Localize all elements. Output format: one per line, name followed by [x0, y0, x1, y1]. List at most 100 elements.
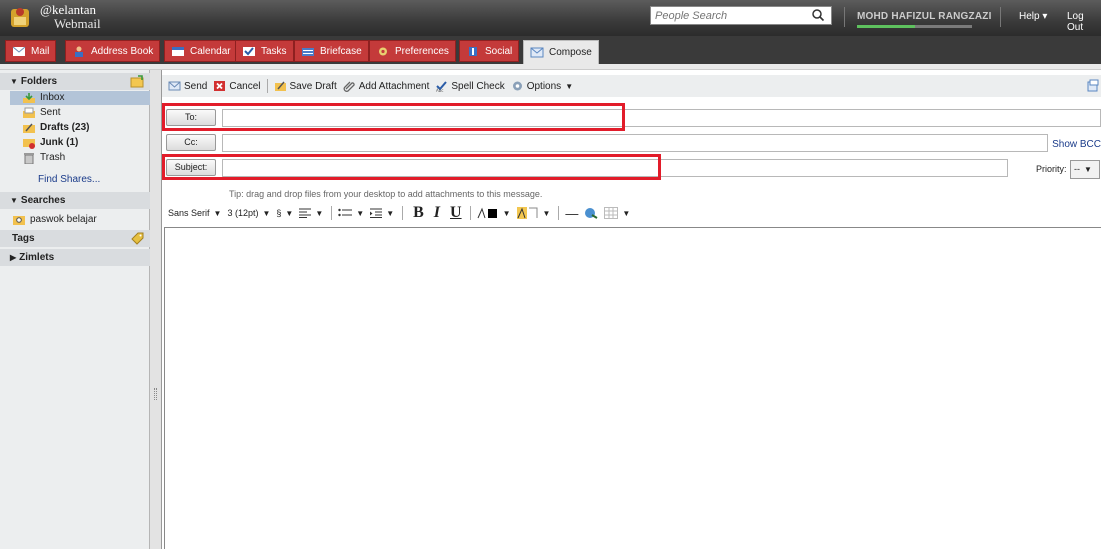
- indent-menu[interactable]: ▼: [370, 208, 394, 218]
- font-family-select[interactable]: Sans Serif ▼: [168, 208, 221, 218]
- folder-label: Sent: [40, 107, 61, 118]
- underline-button[interactable]: U: [450, 204, 462, 222]
- priority-label: Priority:: [1036, 164, 1067, 174]
- gear-icon: [512, 81, 522, 91]
- send-button[interactable]: Send: [168, 80, 207, 92]
- folders-section-header[interactable]: ▼ Folders: [0, 73, 150, 90]
- spell-check-button[interactable]: Abc Spell Check: [435, 80, 505, 93]
- zimlets-section-header[interactable]: ▶ Zimlets: [0, 249, 150, 266]
- text-color-icon: [477, 207, 497, 219]
- options-label: Options: [526, 80, 562, 92]
- toolbar-separator: [331, 206, 333, 220]
- tags-header-label: Tags: [12, 233, 35, 244]
- tab-compose[interactable]: Compose: [523, 40, 599, 64]
- tab-label: Preferences: [395, 45, 449, 57]
- save-draft-button[interactable]: Save Draft: [274, 80, 337, 92]
- tab-mail[interactable]: Mail: [5, 40, 57, 62]
- panel-splitter[interactable]: [150, 70, 162, 549]
- social-icon: [469, 46, 477, 56]
- add-attachment-button[interactable]: Add Attachment: [343, 80, 429, 92]
- help-menu[interactable]: Help ▾: [1019, 11, 1047, 22]
- saved-search-icon: [13, 216, 25, 225]
- calendar-icon: [172, 46, 184, 56]
- folder-label: Trash: [40, 152, 66, 163]
- cc-field[interactable]: [222, 134, 1048, 152]
- message-body-editor[interactable]: [164, 227, 1101, 549]
- insert-link-button[interactable]: [584, 207, 598, 219]
- options-menu-button[interactable]: Options ▼: [511, 80, 573, 92]
- cancel-icon: [214, 81, 226, 91]
- username-link[interactable]: MOHD HAFIZUL RANGZAZI: [857, 11, 992, 22]
- paragraph-style-select[interactable]: § ▼: [276, 208, 293, 218]
- list-menu[interactable]: ▼: [338, 208, 364, 218]
- toolbar-separator: [266, 79, 268, 93]
- folder-sent[interactable]: Sent: [22, 106, 61, 120]
- tag-icon[interactable]: [130, 232, 144, 245]
- searches-section-header[interactable]: ▼ Searches: [0, 192, 150, 209]
- save-draft-label: Save Draft: [289, 80, 337, 92]
- insert-table-menu[interactable]: ▼: [604, 207, 630, 219]
- to-button[interactable]: To:: [166, 109, 216, 126]
- chevron-down-icon: ▼: [262, 208, 271, 218]
- splitter-grip[interactable]: [154, 388, 157, 400]
- detach-window-icon[interactable]: [1087, 79, 1099, 92]
- cancel-button[interactable]: Cancel: [213, 80, 261, 92]
- tab-address-book[interactable]: Address Book: [65, 40, 161, 62]
- tab-social[interactable]: Social: [459, 40, 520, 62]
- collapse-triangle-icon[interactable]: ▼: [10, 77, 18, 86]
- show-bcc-link[interactable]: Show BCC: [1052, 139, 1101, 150]
- drafts-icon: [23, 123, 35, 133]
- folder-junk[interactable]: Junk (1): [22, 136, 78, 150]
- to-row: To:: [162, 106, 1101, 129]
- tab-label: Compose: [549, 47, 592, 58]
- bold-button[interactable]: B: [413, 204, 424, 222]
- tab-briefcase[interactable]: Briefcase: [294, 40, 369, 62]
- people-search-box[interactable]: [650, 6, 832, 25]
- highlight-color-icon: [516, 207, 537, 219]
- chevron-down-icon: ▼: [213, 208, 222, 218]
- tab-label: Tasks: [261, 45, 287, 57]
- folders-header-label: Folders: [20, 76, 58, 87]
- tags-section-header[interactable]: Tags: [0, 230, 150, 247]
- italic-button[interactable]: I: [434, 204, 440, 222]
- folder-trash[interactable]: Trash: [22, 151, 65, 165]
- folder-drafts[interactable]: Drafts (23): [22, 121, 89, 135]
- text-color-menu[interactable]: ▼: [477, 207, 511, 219]
- tab-calendar[interactable]: Calendar: [164, 40, 238, 62]
- align-menu[interactable]: ▼: [299, 208, 323, 218]
- subject-field[interactable]: [222, 159, 1008, 177]
- compose-icon: [530, 47, 544, 58]
- font-size-select[interactable]: 3 (12pt) ▼: [227, 208, 270, 218]
- spell-check-icon: Abc: [436, 81, 448, 92]
- compose-pane: Send Cancel Save Draft Add Attachment Ab…: [162, 70, 1101, 549]
- collapse-triangle-icon[interactable]: ▼: [10, 196, 18, 205]
- tab-tasks[interactable]: Tasks: [235, 40, 294, 62]
- trash-icon: [24, 153, 34, 164]
- toolbar-separator: [469, 206, 471, 220]
- logout-link[interactable]: Log Out: [1067, 11, 1101, 33]
- priority-select[interactable]: -- ▼: [1070, 160, 1100, 179]
- new-folder-icon[interactable]: [130, 75, 144, 88]
- people-search-input[interactable]: [651, 7, 801, 24]
- search-icon[interactable]: [811, 8, 825, 22]
- cc-button[interactable]: Cc:: [166, 134, 216, 151]
- find-shares-link[interactable]: Find Shares...: [38, 174, 100, 185]
- cancel-label: Cancel: [229, 80, 261, 92]
- tab-label: Calendar: [190, 45, 231, 57]
- spell-check-label: Spell Check: [451, 80, 505, 92]
- send-icon: [168, 81, 181, 91]
- horizontal-rule-button[interactable]: —: [565, 206, 578, 221]
- folder-inbox[interactable]: Inbox: [10, 91, 150, 105]
- saved-search-item[interactable]: paswok belajar: [12, 213, 97, 227]
- chevron-down-icon: ▼: [1084, 165, 1092, 174]
- tab-label: Address Book: [91, 45, 154, 57]
- header-divider: [1000, 7, 1001, 27]
- style-glyph: §: [276, 208, 282, 218]
- highlight-color-menu[interactable]: ▼: [516, 207, 550, 219]
- to-field[interactable]: [222, 109, 1101, 127]
- expand-triangle-icon[interactable]: ▶: [10, 253, 16, 262]
- mail-icon: [12, 46, 26, 56]
- tab-preferences[interactable]: Preferences: [369, 40, 456, 62]
- chevron-down-icon: ▼: [356, 208, 365, 218]
- chevron-down-icon: ▼: [285, 208, 294, 218]
